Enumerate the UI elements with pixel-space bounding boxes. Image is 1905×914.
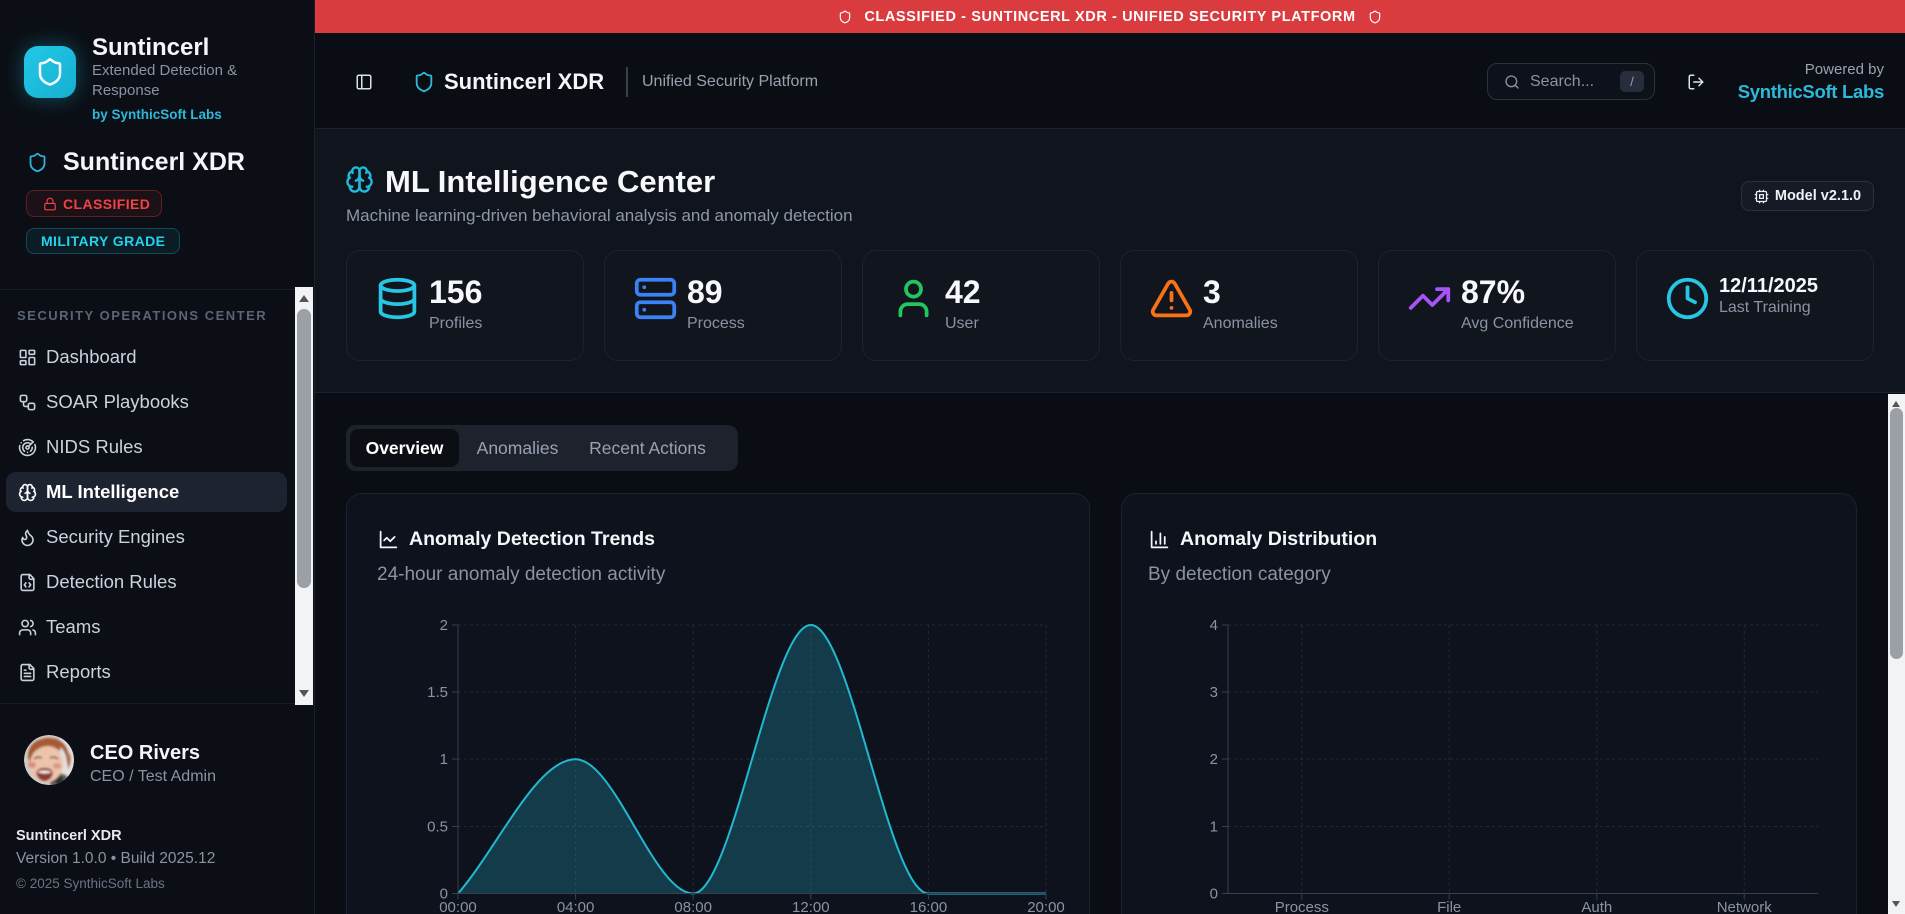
svg-text:1: 1 (440, 751, 448, 768)
svg-text:2: 2 (440, 617, 448, 634)
svg-text:2: 2 (1210, 751, 1218, 768)
svg-text:1: 1 (1210, 819, 1218, 836)
svg-text:Auth: Auth (1581, 899, 1612, 914)
svg-text:Network: Network (1717, 899, 1773, 914)
svg-text:20:00: 20:00 (1027, 899, 1065, 914)
svg-text:0.5: 0.5 (427, 819, 448, 836)
svg-text:3: 3 (1210, 684, 1218, 701)
svg-text:Process: Process (1275, 899, 1329, 914)
svg-text:File: File (1437, 899, 1461, 914)
svg-text:04:00: 04:00 (557, 899, 595, 914)
svg-text:08:00: 08:00 (674, 899, 712, 914)
svg-text:4: 4 (1210, 617, 1218, 634)
svg-text:16:00: 16:00 (910, 899, 948, 914)
svg-text:1.5: 1.5 (427, 684, 448, 701)
svg-text:00:00: 00:00 (439, 899, 477, 914)
svg-text:0: 0 (1210, 886, 1218, 903)
svg-text:12:00: 12:00 (792, 899, 830, 914)
